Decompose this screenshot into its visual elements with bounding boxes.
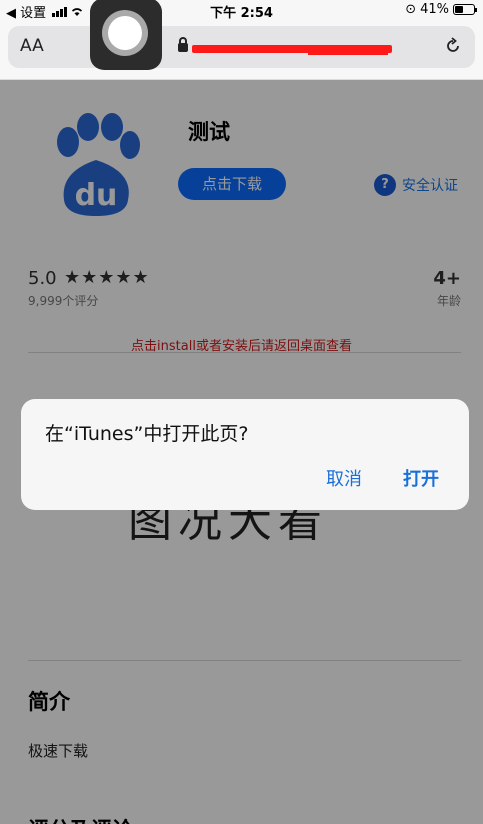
redacted-url-underline — [308, 51, 388, 55]
text-size-button[interactable]: AA — [20, 36, 44, 56]
status-bar: ◀ 设置 下午 2:54 ⊙ 41% — [0, 0, 483, 21]
cancel-button[interactable]: 取消 — [326, 465, 362, 491]
address-field[interactable]: AA — [8, 26, 475, 68]
open-button[interactable]: 打开 — [403, 465, 439, 491]
assistive-touch-dot — [108, 16, 142, 50]
reload-icon[interactable] — [443, 36, 463, 56]
battery-icon — [453, 4, 477, 15]
battery-percent: 41% — [420, 2, 449, 17]
orientation-lock-icon: ⊙ — [405, 2, 417, 17]
dialog-message: 在“iTunes”中打开此页? — [45, 423, 249, 445]
open-in-itunes-dialog: 在“iTunes”中打开此页? 取消 打开 — [21, 399, 469, 510]
browser-toolbar: AA — [0, 20, 483, 80]
assistive-touch-button[interactable] — [90, 0, 162, 70]
lock-icon — [178, 37, 188, 52]
status-right: ⊙ 41% — [405, 2, 477, 17]
